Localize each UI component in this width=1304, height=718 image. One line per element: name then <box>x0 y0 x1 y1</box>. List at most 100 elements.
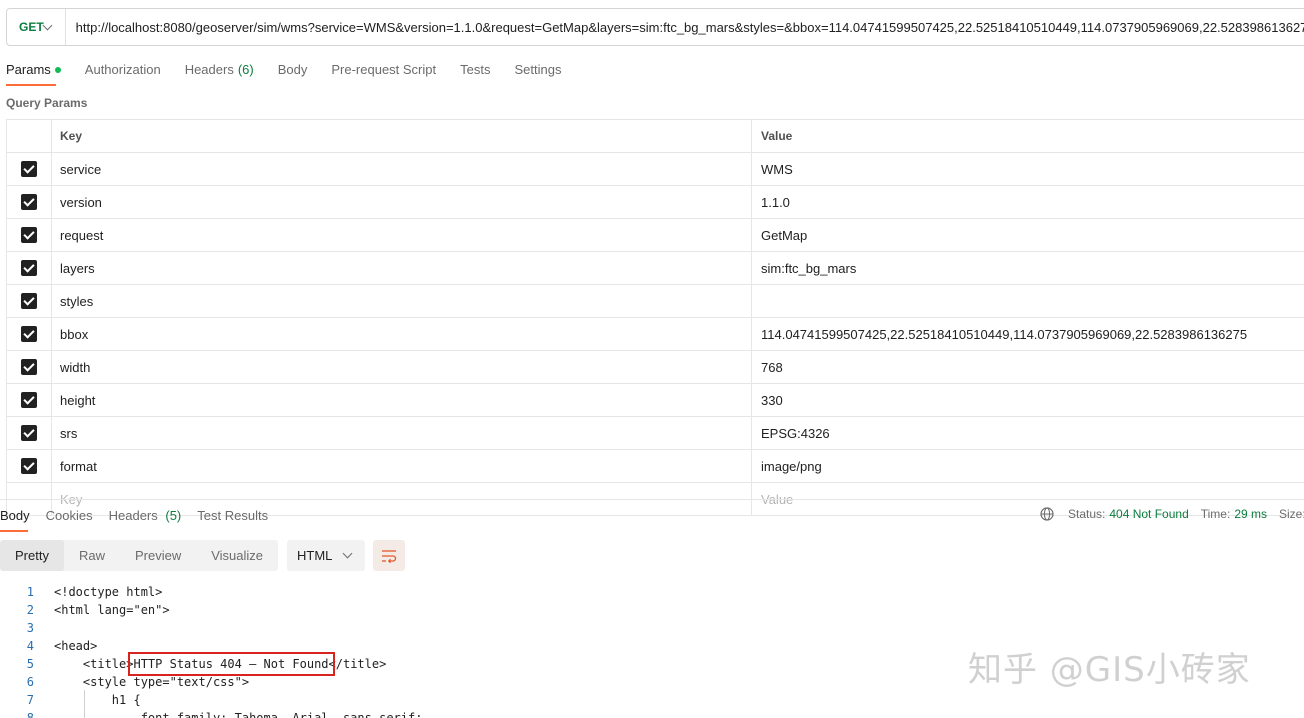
tab-tests-label: Tests <box>460 62 491 77</box>
params-dot-icon <box>54 66 61 73</box>
param-key[interactable]: bbox <box>52 318 752 350</box>
param-value[interactable]: image/png <box>752 450 1304 482</box>
table-row: request GetMap <box>6 219 1304 252</box>
row-checkbox[interactable] <box>21 260 37 276</box>
line-number: 2 <box>26 603 34 617</box>
tab-pre-request-script[interactable]: Pre-request Script <box>331 62 436 77</box>
tab-authorization-label: Authorization <box>84 62 161 77</box>
tab-headers-label: Headers <box>184 62 234 77</box>
tab-body-label: Body <box>277 62 308 77</box>
param-value[interactable]: 114.04741599507425,22.52518410510449,114… <box>752 318 1304 350</box>
status-label: Status: <box>1068 507 1106 521</box>
resp-tab-test-results[interactable]: Test Results <box>197 508 268 523</box>
row-check-cell <box>6 252 52 284</box>
wrap-lines-button[interactable] <box>373 540 405 571</box>
active-tab-indicator <box>6 84 56 86</box>
row-checkbox[interactable] <box>21 194 37 210</box>
response-divider[interactable] <box>0 499 1304 500</box>
row-checkbox[interactable] <box>21 293 37 309</box>
param-value[interactable]: WMS <box>752 153 1304 185</box>
tab-settings[interactable]: Settings <box>514 62 561 77</box>
param-key[interactable]: width <box>52 351 752 383</box>
tab-pre-request-label: Pre-request Script <box>331 62 437 77</box>
response-tabs: Body Cookies Headers (5) Test Results <box>0 508 284 523</box>
size-label: Size: <box>1279 507 1304 521</box>
row-checkbox[interactable] <box>21 359 37 375</box>
param-key[interactable]: format <box>52 450 752 482</box>
url-input[interactable]: http://localhost:8080/geoserver/sim/wms?… <box>66 20 1304 35</box>
param-value[interactable]: EPSG:4326 <box>752 417 1304 449</box>
line-number: 1 <box>26 585 34 599</box>
row-checkbox[interactable] <box>21 392 37 408</box>
param-value[interactable]: 1.1.0 <box>752 186 1304 218</box>
view-raw[interactable]: Raw <box>64 540 120 571</box>
table-row: height 330 <box>6 384 1304 417</box>
language-label: HTML <box>297 548 333 563</box>
param-key[interactable]: service <box>52 153 752 185</box>
param-value[interactable]: 768 <box>752 351 1304 383</box>
tab-params-label: Params <box>6 62 51 77</box>
param-key[interactable]: layers <box>52 252 752 284</box>
view-mode-switch: Pretty Raw Preview Visualize <box>0 540 279 571</box>
param-value[interactable] <box>752 285 1304 317</box>
row-checkbox[interactable] <box>21 458 37 474</box>
line-number: 8 <box>26 711 34 718</box>
table-row: layers sim:ftc_bg_mars <box>6 252 1304 285</box>
row-check-cell <box>6 186 52 218</box>
tab-tests[interactable]: Tests <box>460 62 490 77</box>
row-checkbox[interactable] <box>21 326 37 342</box>
row-checkbox[interactable] <box>21 425 37 441</box>
chevron-down-icon <box>342 548 353 559</box>
tab-authorization[interactable]: Authorization <box>85 62 161 77</box>
time-value[interactable]: 29 ms <box>1234 507 1267 521</box>
time-label: Time: <box>1200 507 1231 521</box>
param-key[interactable]: srs <box>52 417 752 449</box>
request-tabs: Params Authorization Headers (6) Body Pre… <box>6 62 585 77</box>
indent-guide <box>84 690 85 718</box>
row-check-cell <box>6 153 52 185</box>
row-checkbox[interactable] <box>21 161 37 177</box>
response-status-bar: Status: 404 Not Found Time: 29 ms Size: <box>1040 507 1304 521</box>
response-active-indicator <box>0 530 28 532</box>
resp-tab-headers-count: (5) <box>165 508 182 523</box>
query-params-table: Key Value service WMS version 1.1.0 request G… <box>6 119 1304 516</box>
table-row: version 1.1.0 <box>6 186 1304 219</box>
row-check-cell <box>6 351 52 383</box>
view-pretty[interactable]: Pretty <box>0 540 64 571</box>
param-key[interactable]: styles <box>52 285 752 317</box>
row-check-cell <box>6 219 52 251</box>
param-key[interactable]: height <box>52 384 752 416</box>
table-row: service WMS <box>6 153 1304 186</box>
param-value[interactable]: 330 <box>752 384 1304 416</box>
line-number: 6 <box>26 675 34 689</box>
code-text: <html lang="en"> <box>54 603 170 617</box>
param-value[interactable]: GetMap <box>752 219 1304 251</box>
table-row: format image/png <box>6 450 1304 483</box>
language-select[interactable]: HTML <box>287 540 365 571</box>
param-key[interactable]: version <box>52 186 752 218</box>
param-value[interactable]: sim:ftc_bg_mars <box>752 252 1304 284</box>
code-text: <!doctype html> <box>54 585 163 599</box>
code-text: <head> <box>54 639 98 653</box>
line-number: 7 <box>26 693 34 707</box>
view-visualize[interactable]: Visualize <box>196 540 278 571</box>
resp-tab-headers[interactable]: Headers (5) <box>109 508 182 523</box>
tab-body[interactable]: Body <box>278 62 308 77</box>
wrap-lines-icon <box>382 549 397 563</box>
view-preview[interactable]: Preview <box>120 540 196 571</box>
table-header-row: Key Value <box>6 120 1304 153</box>
param-key[interactable]: request <box>52 219 752 251</box>
row-checkbox[interactable] <box>21 227 37 243</box>
status-value[interactable]: 404 Not Found <box>1109 507 1188 521</box>
tab-headers[interactable]: Headers (6) <box>185 62 254 77</box>
globe-icon[interactable] <box>1040 507 1054 521</box>
url-bar[interactable]: GET http://localhost:8080/geoserver/sim/… <box>6 8 1304 46</box>
table-row: width 768 <box>6 351 1304 384</box>
resp-tab-body[interactable]: Body <box>0 508 30 523</box>
value-column-header: Value <box>761 129 793 143</box>
row-check-cell <box>6 384 52 416</box>
tab-params[interactable]: Params <box>6 62 61 77</box>
resp-tab-cookies[interactable]: Cookies <box>46 508 93 523</box>
resp-tab-headers-label: Headers <box>108 508 158 523</box>
method-select[interactable]: GET <box>7 9 66 45</box>
